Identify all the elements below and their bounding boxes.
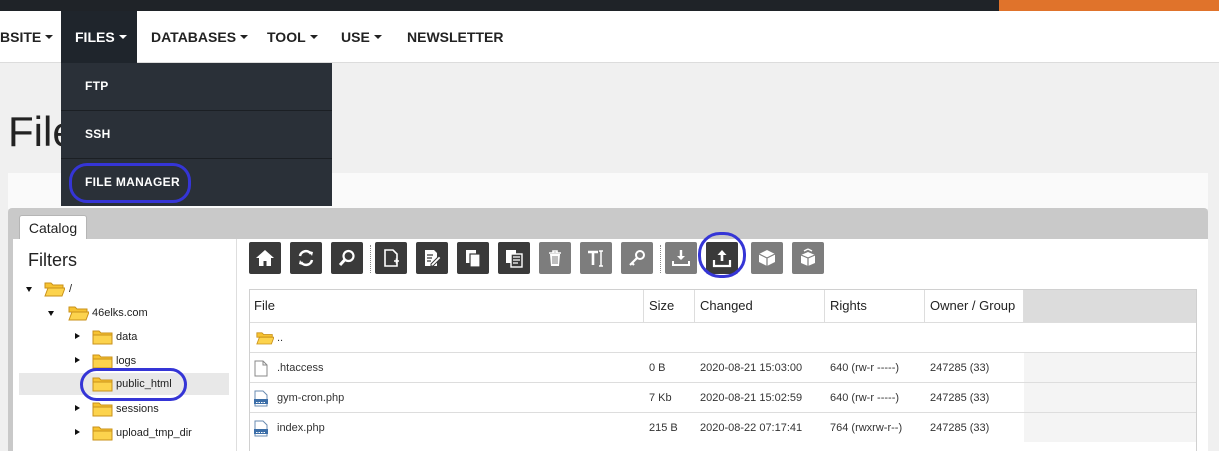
nav-files[interactable]: FILES [61,11,137,63]
copy-icon [466,250,481,268]
nav-newsletter[interactable]: NEWSLETTER [407,11,503,63]
column-header-file[interactable]: File [249,289,644,322]
expand-arrow-icon[interactable] [75,333,80,339]
rename-button[interactable] [580,242,612,274]
home-icon [256,250,274,266]
edit-icon [425,250,442,267]
folder-icon [92,353,113,369]
tree-item-data[interactable]: data [74,326,224,348]
chevron-down-icon [309,35,318,40]
column-header-owner[interactable]: Owner / Group [925,289,1024,322]
expand-arrow-icon[interactable] [75,357,80,363]
chevron-down-icon [118,35,127,40]
tree-item-public-html[interactable]: public_html [74,373,224,395]
row-filler [1024,353,1197,382]
text-file-icon [254,360,268,377]
menu-item-ftp[interactable]: FTP [61,63,332,110]
paste-icon [506,250,523,268]
chevron-down-icon [373,35,382,40]
table-row[interactable]: index.php 215 B 2020-08-22 07:17:41 764 … [249,412,1197,442]
nav-databases[interactable]: DATABASES [151,11,249,63]
column-header-filler [1024,289,1197,322]
expand-arrow-icon[interactable] [75,405,80,411]
chevron-down-icon [45,35,54,40]
folder-icon [92,376,113,392]
filters-title: Filters [28,250,77,270]
toolbar-separator [370,245,371,273]
upload-button[interactable] [706,242,738,274]
tab-catalog[interactable]: Catalog [19,215,87,240]
search-icon [338,249,355,267]
new-file-button[interactable] [375,242,407,274]
tree-item-logs[interactable]: logs [74,350,224,372]
files-dropdown-menu: FTP SSH FILE MANAGER [61,63,332,206]
tree-item-root[interactable]: / [24,278,224,300]
archive-icon [758,250,776,266]
top-accent-bar [999,0,1219,11]
column-header-size[interactable]: Size [644,289,695,322]
refresh-button[interactable] [290,242,322,274]
menu-item-ssh[interactable]: SSH [61,110,332,157]
main-navbar: BSITE FILES DATABASES TOOL USE NEWSLETTE… [0,11,1219,63]
permissions-icon [629,250,645,266]
delete-button[interactable] [539,242,571,274]
nav-use[interactable]: USE [341,11,382,63]
tree-item-sessions[interactable]: sessions [74,398,224,420]
extract-button[interactable] [792,242,824,274]
folder-icon [92,425,113,441]
home-button[interactable] [249,242,281,274]
table-row[interactable]: .htaccess 0 B 2020-08-21 15:03:00 640 (r… [249,352,1197,382]
tree-item-domain[interactable]: 46elks.com [48,302,228,324]
row-filler [1024,383,1197,412]
copy-button[interactable] [457,242,489,274]
edit-button[interactable] [416,242,448,274]
php-file-icon [254,390,268,407]
paste-button[interactable] [498,242,530,274]
column-header-rights[interactable]: Rights [825,289,925,322]
rename-icon [588,250,603,267]
php-file-icon [254,420,268,437]
table-row[interactable]: gym-cron.php 7 Kb 2020-08-21 15:02:59 64… [249,382,1197,412]
expand-arrow-icon[interactable] [48,311,54,316]
search-button[interactable] [331,242,363,274]
expand-arrow-icon[interactable] [26,287,32,292]
folder-icon [92,329,113,345]
nav-website[interactable]: BSITE [0,11,56,63]
tree-item-upload-tmp-dir[interactable]: upload_tmp_dir [74,422,224,444]
table-row-parent[interactable]: .. [249,322,1197,352]
column-header-changed[interactable]: Changed [695,289,825,322]
delete-icon [549,250,561,266]
top-strip [0,0,1219,11]
extract-icon [800,248,816,266]
nav-tool[interactable]: TOOL [267,11,318,63]
row-filler [1024,413,1197,442]
download-button[interactable] [665,242,697,274]
folder-icon [92,401,113,417]
upload-icon [712,250,732,268]
download-icon [672,250,690,266]
permissions-button[interactable] [621,242,653,274]
archive-button[interactable] [751,242,783,274]
chevron-down-icon [240,35,249,40]
expand-arrow-icon[interactable] [75,429,80,435]
folder-open-icon [68,305,89,321]
new-file-icon [384,249,399,267]
toolbar-separator [660,245,661,273]
refresh-icon [298,249,314,267]
menu-item-file-manager[interactable]: FILE MANAGER [61,158,332,205]
folder-open-icon [44,281,65,297]
